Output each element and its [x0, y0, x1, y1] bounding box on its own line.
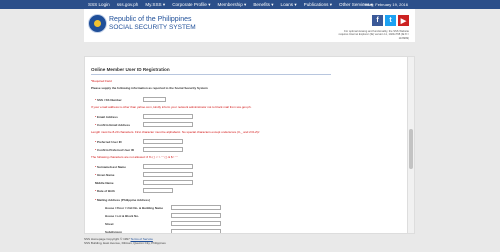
nav-sss-login[interactable]: SSS Login: [88, 2, 110, 7]
scrollbar[interactable]: [407, 57, 414, 233]
confirm-email-label: * Confirm Email Address: [95, 123, 131, 127]
house-unit-label: House / Floor / Unit No. & Building Name: [105, 206, 164, 210]
nav-membership[interactable]: Membership ▾: [218, 2, 247, 8]
confirm-userid-input[interactable]: [143, 147, 183, 152]
email-warning: If your email address is other than yaho…: [91, 105, 252, 109]
nav-benefits[interactable]: Benefits ▾: [253, 2, 273, 8]
registration-panel: Online Member User ID Registration *Requ…: [84, 56, 415, 234]
instructions: Please supply the following information …: [91, 86, 208, 90]
nav-corporate-profile[interactable]: Corporate Profile ▾: [172, 2, 210, 8]
nav-loans[interactable]: Loans ▾: [281, 2, 297, 8]
userid-input[interactable]: [143, 139, 183, 144]
house-unit-input[interactable]: [171, 205, 221, 210]
scrollbar-thumb[interactable]: [409, 129, 413, 169]
mailing-address-label: * Mailing Address (Philippine Address): [95, 198, 150, 202]
given-name-input[interactable]: [143, 172, 193, 177]
surname-label: * Surname/Last Name: [95, 165, 126, 169]
nav-sss-gov-ph[interactable]: sss.gov.ph: [117, 2, 139, 7]
email-label: * Email Address: [95, 115, 118, 119]
social-links: f t ▶: [372, 15, 409, 26]
ssnum-label: * SSS / SS Number: [95, 98, 122, 102]
middle-name-label: Middle Name: [95, 181, 114, 185]
sss-logo: [88, 14, 107, 33]
browser-note: For optimal viewing and functionality, t…: [338, 30, 409, 40]
surname-input[interactable]: [143, 164, 193, 169]
current-date: Friday, February 19, 2016: [362, 2, 408, 7]
dob-input[interactable]: [143, 188, 173, 193]
dob-label: * Date of Birth: [95, 189, 116, 193]
middle-name-input[interactable]: [143, 180, 193, 185]
footer-address: SSS Building, East Avenue, Diliman, Quez…: [84, 240, 166, 245]
userid-label: * Preferred User ID: [95, 140, 122, 144]
given-name-label: * Given Name: [95, 173, 115, 177]
street-label: Street: [105, 222, 114, 226]
house-lot-label: House / Lot & Block No.: [105, 214, 140, 218]
site-header: Republic of the Philippines SOCIAL SECUR…: [84, 9, 415, 42]
nav-publications[interactable]: Publications ▾: [304, 2, 332, 8]
userid-rule: Length must be 8-20 characters. First ch…: [91, 130, 260, 134]
house-lot-input[interactable]: [171, 213, 221, 218]
facebook-icon[interactable]: f: [372, 15, 383, 26]
nav-my-sss[interactable]: My.SSS ▾: [145, 2, 165, 8]
required-note: *Required Field: [91, 79, 112, 83]
confirm-userid-label: * Confirm Preferred User ID: [95, 148, 135, 152]
twitter-icon[interactable]: t: [385, 15, 396, 26]
not-allowed-note: The following characters are not allowed…: [91, 155, 178, 159]
title-divider: [91, 74, 331, 75]
footer: SSS Homepage Copyright © 1997 Terms of S…: [84, 237, 166, 245]
top-nav-bar: SSS Login sss.gov.ph My.SSS ▾ Corporate …: [0, 0, 500, 9]
ssnum-input[interactable]: [143, 97, 166, 102]
youtube-icon[interactable]: ▶: [398, 15, 409, 26]
subdivision-label: Subdivision: [105, 230, 123, 234]
street-input[interactable]: [171, 221, 221, 226]
header-title-line1: Republic of the Philippines: [109, 16, 192, 23]
email-input[interactable]: [143, 114, 193, 119]
header-title-line2: SOCIAL SECURITY SYSTEM: [109, 24, 196, 31]
confirm-email-input[interactable]: [143, 122, 193, 127]
top-nav: SSS Login sss.gov.ph My.SSS ▾ Corporate …: [88, 0, 373, 9]
form-title: Online Member User ID Registration: [91, 67, 170, 72]
subdivision-input[interactable]: [171, 229, 221, 233]
